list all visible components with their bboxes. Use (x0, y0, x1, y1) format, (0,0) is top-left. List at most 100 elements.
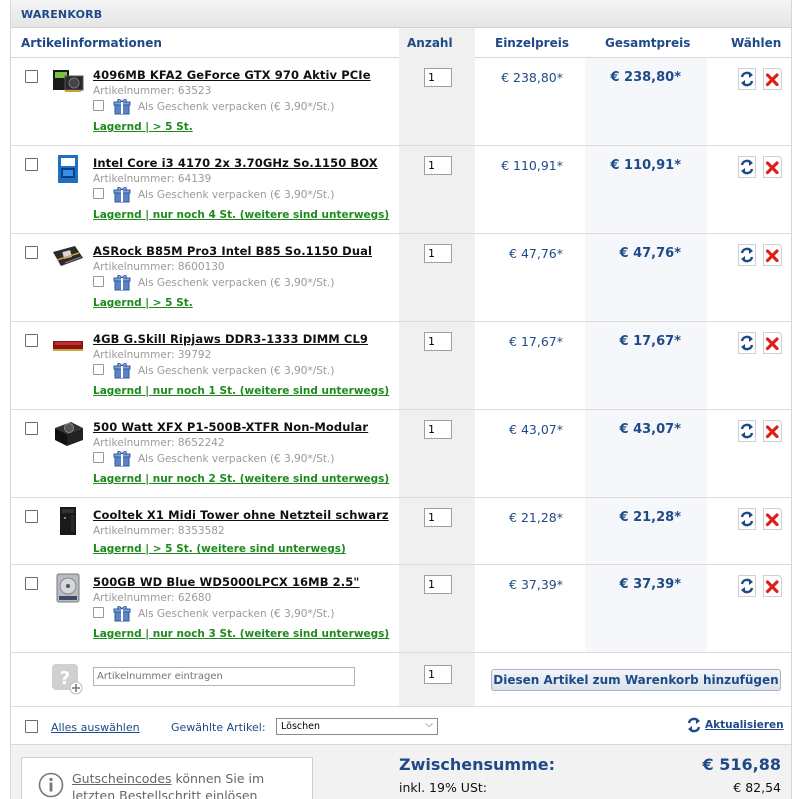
refresh-link[interactable]: Aktualisieren (705, 719, 784, 731)
graphics-card-thumbnail (51, 66, 85, 96)
item-select-checkbox[interactable] (25, 577, 38, 590)
psu-thumbnail (51, 418, 85, 448)
item-select-checkbox[interactable] (25, 158, 38, 171)
unit-price: € 47,76* (509, 246, 563, 261)
gift-wrap-checkbox[interactable] (93, 364, 104, 375)
col-waehlen: Wählen (731, 36, 782, 50)
update-item-icon[interactable] (738, 508, 756, 530)
item-select-checkbox[interactable] (25, 246, 38, 259)
delete-item-icon[interactable] (763, 244, 782, 266)
unknown-product-icon: ? (51, 663, 83, 695)
product-name-link[interactable]: 4096MB KFA2 GeForce GTX 970 Aktiv PCIe (93, 68, 371, 82)
stock-status[interactable]: Lagernd | nur noch 1 St. (weitere sind u… (93, 385, 389, 397)
unit-price: € 238,80* (501, 70, 563, 85)
col-anzahl: Anzahl (407, 36, 453, 50)
delete-item-icon[interactable] (763, 68, 782, 90)
cart-item-row: 500 Watt XFX P1-500B-XTFR Non-Modular Ar… (11, 410, 791, 498)
quantity-input[interactable] (424, 508, 452, 527)
cpu-box-thumbnail (51, 154, 85, 184)
unit-price: € 43,07* (509, 422, 563, 437)
product-name-link[interactable]: 500 Watt XFX P1-500B-XTFR Non-Modular (93, 420, 368, 434)
unit-price: € 17,67* (509, 334, 563, 349)
delete-item-icon[interactable] (763, 575, 782, 597)
chevron-down-icon: ⌵ (425, 719, 433, 730)
tower-thumbnail (51, 506, 85, 536)
stock-status[interactable]: Lagernd | > 5 St. (93, 297, 193, 309)
total-price: € 21,28* (619, 510, 682, 525)
cart-item-row: 4096MB KFA2 GeForce GTX 970 Aktiv PCIe A… (11, 58, 791, 146)
article-number: Artikelnummer: 8652242 (93, 437, 225, 449)
product-name-link[interactable]: 500GB WD Blue WD5000LPCX 16MB 2.5" (93, 575, 359, 589)
unit-price: € 21,28* (509, 510, 563, 525)
refresh-icon[interactable] (687, 717, 701, 733)
quantity-input[interactable] (424, 332, 452, 351)
gift-box-icon (113, 185, 131, 203)
stock-status[interactable]: Lagernd | nur noch 2 St. (weitere sind u… (93, 473, 389, 485)
article-number-input[interactable] (93, 667, 355, 686)
quantity-input[interactable] (424, 68, 452, 87)
quantity-input[interactable] (424, 575, 452, 594)
add-to-cart-button[interactable]: Diesen Artikel zum Warenkorb hinzufügen (491, 669, 781, 691)
cart-item-row: 4GB G.Skill Ripjaws DDR3-1333 DIMM CL9 A… (11, 322, 791, 410)
gift-wrap-checkbox[interactable] (93, 452, 104, 463)
delete-item-icon[interactable] (763, 420, 782, 442)
product-name-link[interactable]: Intel Core i3 4170 2x 3.70GHz So.1150 BO… (93, 156, 378, 170)
product-name-link[interactable]: Cooltek X1 Midi Tower ohne Netzteil schw… (93, 508, 389, 522)
quantity-input[interactable] (424, 420, 452, 439)
stock-status[interactable]: Lagernd | > 5 St. (weitere sind unterweg… (93, 543, 346, 555)
update-item-icon[interactable] (738, 156, 756, 178)
update-item-icon[interactable] (738, 68, 756, 90)
update-item-icon[interactable] (738, 244, 756, 266)
select-all-checkbox[interactable] (25, 720, 38, 733)
select-all-link[interactable]: Alles auswählen (51, 721, 140, 734)
quantity-input[interactable] (424, 156, 452, 175)
article-number: Artikelnummer: 64139 (93, 173, 212, 185)
gift-box-icon (113, 361, 131, 379)
stock-status[interactable]: Lagernd | > 5 St. (93, 121, 193, 133)
article-number: Artikelnummer: 8353582 (93, 525, 225, 537)
gift-wrap-checkbox[interactable] (93, 276, 104, 287)
coupon-hint-box: Gutscheincodes können Sie im letzten Bes… (21, 757, 313, 799)
gift-box-icon (113, 97, 131, 115)
update-item-icon[interactable] (738, 575, 756, 597)
cart-item-row: ASRock B85M Pro3 Intel B85 So.1150 Dual … (11, 234, 791, 322)
gift-wrap-checkbox[interactable] (93, 188, 104, 199)
gift-wrap-label: Als Geschenk verpacken (€ 3,90*/St.) (138, 101, 335, 113)
update-item-icon[interactable] (738, 420, 756, 442)
mainboard-thumbnail (51, 242, 85, 272)
gift-wrap-checkbox[interactable] (93, 100, 104, 111)
subtotal-value: € 516,88 (702, 755, 781, 774)
item-select-checkbox[interactable] (25, 422, 38, 435)
delete-item-icon[interactable] (763, 508, 782, 530)
delete-item-icon[interactable] (763, 332, 782, 354)
product-name-link[interactable]: ASRock B85M Pro3 Intel B85 So.1150 Dual (93, 244, 372, 258)
vat-label: inkl. 19% USt: (399, 780, 488, 795)
coupon-link[interactable]: Gutscheincodes (72, 771, 172, 786)
selected-items-label: Gewählte Artikel: (171, 721, 266, 734)
gift-wrap-label: Als Geschenk verpacken (€ 3,90*/St.) (138, 189, 335, 201)
stock-status[interactable]: Lagernd | nur noch 4 St. (weitere sind u… (93, 209, 389, 221)
item-select-checkbox[interactable] (25, 70, 38, 83)
update-item-icon[interactable] (738, 332, 756, 354)
item-select-checkbox[interactable] (25, 510, 38, 523)
cart-item-row: Cooltek X1 Midi Tower ohne Netzteil schw… (11, 498, 791, 565)
add-quantity-input[interactable] (424, 665, 452, 684)
column-header-row: Artikelinformationen Anzahl Einzelpreis … (11, 28, 791, 58)
delete-item-icon[interactable] (763, 156, 782, 178)
total-price: € 47,76* (619, 246, 682, 261)
gift-box-icon (113, 604, 131, 622)
quantity-input[interactable] (424, 244, 452, 263)
selected-action-value: Löschen (281, 721, 320, 732)
info-icon (38, 772, 64, 798)
total-price: € 43,07* (619, 422, 682, 437)
selected-action-select[interactable]: Löschen ⌵ (276, 718, 438, 735)
product-name-link[interactable]: 4GB G.Skill Ripjaws DDR3-1333 DIMM CL9 (93, 332, 368, 346)
gift-wrap-checkbox[interactable] (93, 607, 104, 618)
selection-row: Alles auswählen Gewählte Artikel: Lösche… (11, 707, 791, 745)
unit-price: € 37,39* (509, 577, 563, 592)
gift-wrap-label: Als Geschenk verpacken (€ 3,90*/St.) (138, 277, 335, 289)
stock-status[interactable]: Lagernd | nur noch 3 St. (weitere sind u… (93, 628, 389, 640)
item-select-checkbox[interactable] (25, 334, 38, 347)
ram-thumbnail (51, 330, 85, 360)
add-article-row: ? Diesen Artikel zum Warenkorb hinzufüge… (11, 653, 791, 707)
